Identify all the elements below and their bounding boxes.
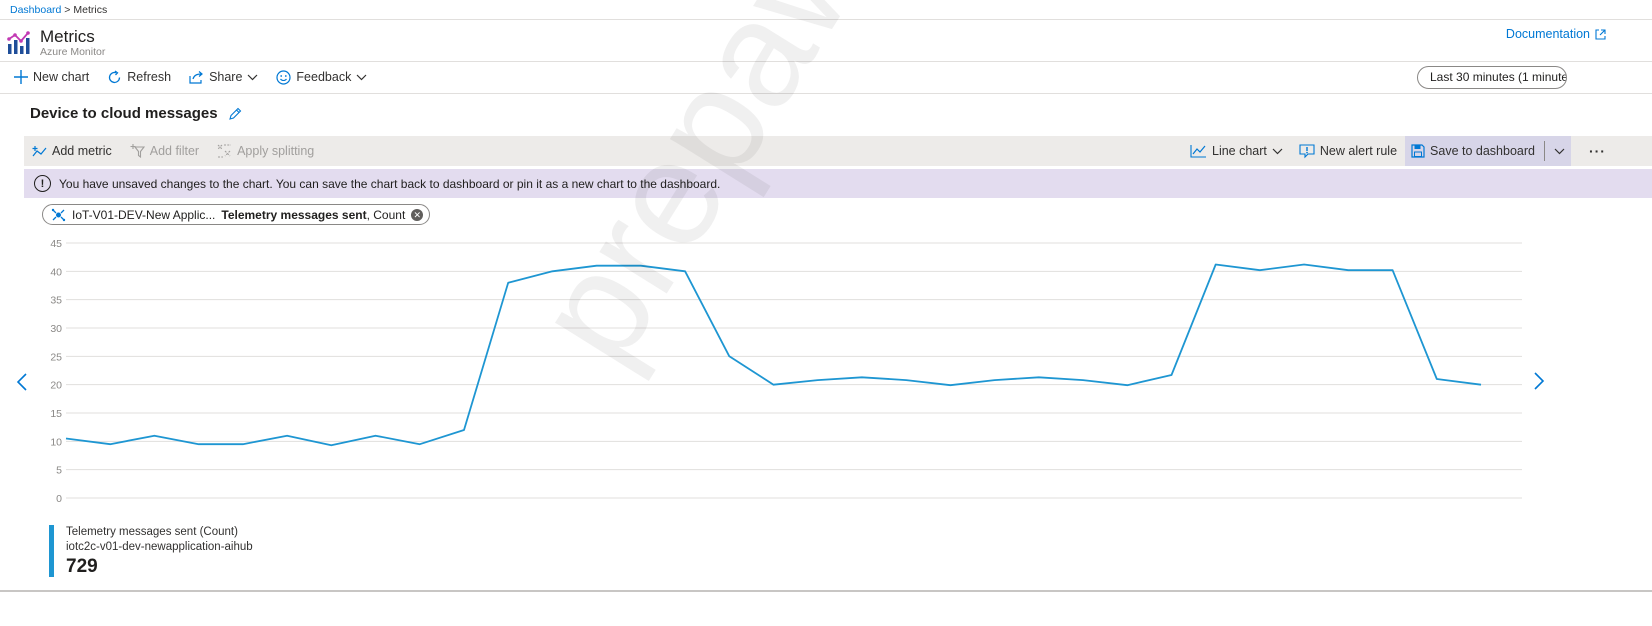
app-header: Metrics Azure Monitor	[6, 26, 105, 60]
share-icon	[189, 71, 203, 84]
splitting-icon	[217, 144, 232, 158]
y-tick-label: 20	[50, 380, 62, 392]
y-tick-label: 15	[50, 408, 62, 420]
refresh-icon	[109, 69, 121, 83]
breadcrumb-dashboard-link[interactable]: Dashboard	[10, 4, 61, 16]
chevron-right-icon[interactable]	[1533, 371, 1545, 397]
time-range-picker[interactable]: Last 30 minutes (1 minute)	[1417, 66, 1567, 89]
feedback-label: Feedback	[296, 70, 352, 84]
chart-legend[interactable]: Telemetry messages sent (Count) iotc2c-v…	[49, 525, 253, 577]
y-tick-label: 0	[56, 493, 62, 505]
edit-pencil-icon[interactable]	[228, 107, 242, 121]
add-filter-label: Add filter	[149, 144, 200, 158]
chevron-down-icon	[356, 74, 367, 80]
chart-title-label: Device to cloud messages	[30, 105, 218, 122]
external-link-icon	[1595, 28, 1606, 40]
add-metric-icon	[32, 145, 47, 156]
banner-text: You have unsaved changes to the chart. Y…	[59, 176, 721, 191]
metric-pill-aggregation: , Count	[366, 207, 406, 222]
split-divider	[1543, 141, 1545, 161]
documentation-link[interactable]: Documentation	[1506, 27, 1606, 41]
iot-hub-icon	[51, 208, 66, 221]
documentation-label: Documentation	[1505, 27, 1590, 41]
new-chart-label: New chart	[33, 70, 90, 84]
y-tick-label: 45	[50, 238, 62, 250]
share-label: Share	[209, 70, 243, 84]
y-tick-label: 25	[50, 351, 62, 363]
refresh-label: Refresh	[127, 70, 172, 84]
alert-rule-icon	[1299, 143, 1315, 158]
chart-title: Device to cloud messages	[30, 105, 242, 122]
save-icon	[1411, 144, 1425, 158]
add-metric-button[interactable]: Add metric	[32, 144, 112, 158]
legend-metric-name: Telemetry messages sent (Count)	[66, 526, 238, 538]
smiley-icon	[276, 69, 292, 85]
page-title: Metrics	[40, 27, 95, 46]
new-alert-rule-button[interactable]: New alert rule	[1299, 143, 1398, 159]
new-chart-button[interactable]: New chart	[14, 70, 89, 84]
add-filter-button[interactable]: Add filter	[130, 144, 199, 158]
line-chart-icon	[1190, 145, 1206, 158]
chevron-down-icon[interactable]	[1554, 148, 1565, 155]
refresh-button[interactable]: Refresh	[107, 69, 172, 85]
breadcrumb-current: Metrics	[73, 4, 108, 16]
metric-pill[interactable]: IoT-V01-DEV-New Applic... Telemetry mess…	[42, 204, 431, 225]
line-chart: 0 5 10 15 20 25 30 35 40 45	[50, 238, 1522, 505]
chevron-down-icon	[247, 74, 258, 80]
more-options-button[interactable]: ···	[1589, 143, 1606, 159]
metric-pill-resource: IoT-V01-DEV-New Applic...	[72, 207, 216, 222]
chart-type-dropdown[interactable]: Line chart	[1190, 144, 1283, 158]
save-to-dashboard-label: Save to dashboard	[1430, 144, 1535, 158]
y-tick-label: 5	[56, 465, 62, 477]
share-button[interactable]: Share	[189, 70, 258, 84]
metric-pill-metric: Telemetry messages sent	[221, 207, 367, 222]
close-icon[interactable]: ✕	[411, 208, 424, 221]
apply-splitting-label: Apply splitting	[237, 144, 315, 158]
chevron-down-icon	[1272, 148, 1283, 154]
breadcrumb-separator: >	[64, 4, 71, 16]
chart-type-label: Line chart	[1212, 144, 1267, 158]
filter-icon	[130, 144, 145, 158]
legend-total-value: 729	[66, 556, 98, 577]
unsaved-changes-banner: ! You have unsaved changes to the chart.…	[24, 169, 1652, 198]
new-alert-rule-label: New alert rule	[1319, 144, 1398, 158]
divider	[0, 590, 1652, 592]
save-to-dashboard-button[interactable]: Save to dashboard	[1405, 136, 1571, 166]
plus-icon	[14, 70, 28, 84]
divider	[0, 93, 1652, 94]
metrics-logo-icon	[7, 31, 30, 54]
y-tick-label: 10	[50, 436, 62, 448]
divider	[0, 19, 1652, 20]
command-bar: New chart Refresh Share Feedback	[14, 66, 367, 88]
chart-toolbar: Add metric Add filter Apply splitting Li…	[24, 136, 1652, 166]
apply-splitting-button[interactable]: Apply splitting	[217, 144, 314, 158]
divider	[0, 61, 1652, 62]
series-line[interactable]	[65, 263, 1482, 447]
feedback-button[interactable]: Feedback	[276, 69, 367, 85]
legend-resource-name: iotc2c-v01-dev-newapplication-aihub	[66, 541, 253, 553]
y-tick-label: 30	[50, 323, 62, 335]
chevron-left-icon[interactable]	[16, 372, 28, 398]
page-subtitle: Azure Monitor	[40, 46, 106, 58]
y-tick-label: 40	[50, 266, 62, 278]
y-tick-label: 35	[50, 295, 62, 307]
breadcrumb: Dashboard > Metrics	[10, 4, 107, 16]
add-metric-label: Add metric	[52, 144, 112, 158]
info-icon: !	[34, 175, 51, 192]
